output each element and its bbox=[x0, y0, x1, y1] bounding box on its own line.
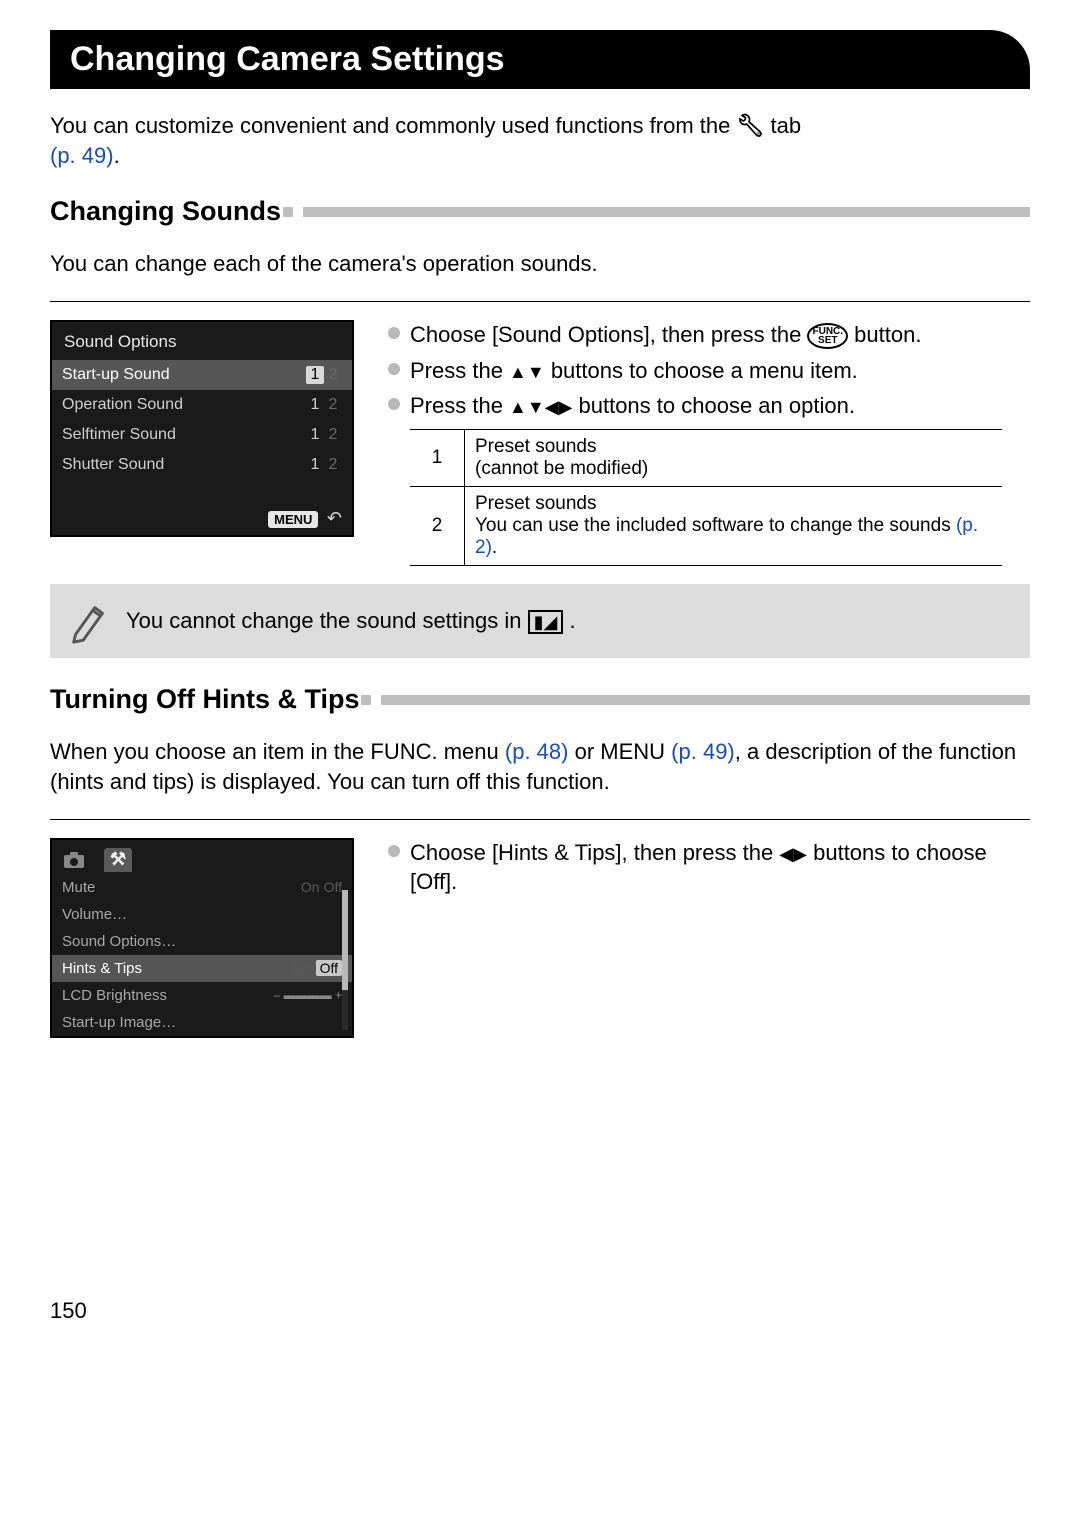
instruction-bullet-1: Choose [Sound Options], then press the F… bbox=[386, 320, 1030, 350]
camera-screenshot-sound-options: Sound Options Start-up Sound 1 2 Operati… bbox=[50, 320, 354, 537]
instruction-bullet-hints: Choose [Hints & Tips], then press the ◀▶… bbox=[386, 838, 1030, 897]
page-reference-link[interactable]: (p. 49) bbox=[671, 739, 735, 764]
note-box: You cannot change the sound settings in … bbox=[50, 584, 1030, 658]
menu-row-mute: Mute OnOff bbox=[52, 874, 352, 901]
pencil-icon bbox=[66, 598, 112, 644]
tools-icon: 🔧︎ bbox=[736, 113, 764, 138]
cam-row-startup: Start-up Sound 1 2 bbox=[52, 360, 352, 390]
scrollbar bbox=[342, 890, 348, 1030]
up-down-icon: ▲▼ bbox=[509, 362, 545, 382]
intro-paragraph: You can customize convenient and commonl… bbox=[50, 111, 1030, 170]
instruction-bullet-2: Press the ▲▼ buttons to choose a menu it… bbox=[386, 356, 1030, 386]
sound-options-table: 1 Preset sounds (cannot be modified) 2 P… bbox=[410, 429, 1002, 566]
camera-screenshot-hints-tips: ⚒︎ Mute OnOff Volume… Sound Options… Hin… bbox=[50, 838, 354, 1038]
page-title: Changing Camera Settings bbox=[50, 30, 1030, 89]
divider bbox=[50, 819, 1030, 820]
cam-row-selftimer: Selftimer Sound 1 2 bbox=[52, 420, 352, 450]
tab-camera-icon bbox=[60, 848, 88, 872]
section1-description: You can change each of the camera's oper… bbox=[50, 249, 1030, 279]
page-reference-link[interactable]: (p. 49) bbox=[50, 143, 114, 168]
menu-row-startup-image: Start-up Image… bbox=[52, 1009, 352, 1036]
menu-row-lcd-brightness: LCD Brightness – ▬▬▬▬ + bbox=[52, 982, 352, 1009]
return-icon: ↶ bbox=[327, 508, 342, 528]
menu-row-volume: Volume… bbox=[52, 901, 352, 928]
section2-description: When you choose an item in the FUNC. men… bbox=[50, 737, 1030, 796]
dpad-icon: ▲▼◀▶ bbox=[509, 397, 572, 417]
cam-title: Sound Options bbox=[52, 322, 352, 360]
tab-tools-icon: ⚒︎ bbox=[104, 848, 132, 872]
menu-row-hints-tips: Hints & Tips OnOff bbox=[52, 955, 352, 982]
mode-icon: ▮◢ bbox=[528, 610, 564, 634]
divider bbox=[50, 301, 1030, 302]
cam-row-operation: Operation Sound 1 2 bbox=[52, 390, 352, 420]
section-heading-hints: Turning Off Hints & Tips bbox=[50, 684, 1030, 715]
section-heading-sounds: Changing Sounds bbox=[50, 196, 1030, 227]
func-set-icon: FUNC.SET bbox=[807, 323, 848, 349]
menu-label: MENU bbox=[268, 511, 318, 528]
cam-row-shutter: Shutter Sound 1 2 bbox=[52, 450, 352, 480]
left-right-icon: ◀▶ bbox=[779, 844, 807, 864]
instruction-bullet-3: Press the ▲▼◀▶ buttons to choose an opti… bbox=[386, 391, 1030, 421]
page-reference-link[interactable]: (p. 48) bbox=[505, 739, 569, 764]
menu-row-sound-options: Sound Options… bbox=[52, 928, 352, 955]
page-number: 150 bbox=[50, 1298, 1030, 1324]
